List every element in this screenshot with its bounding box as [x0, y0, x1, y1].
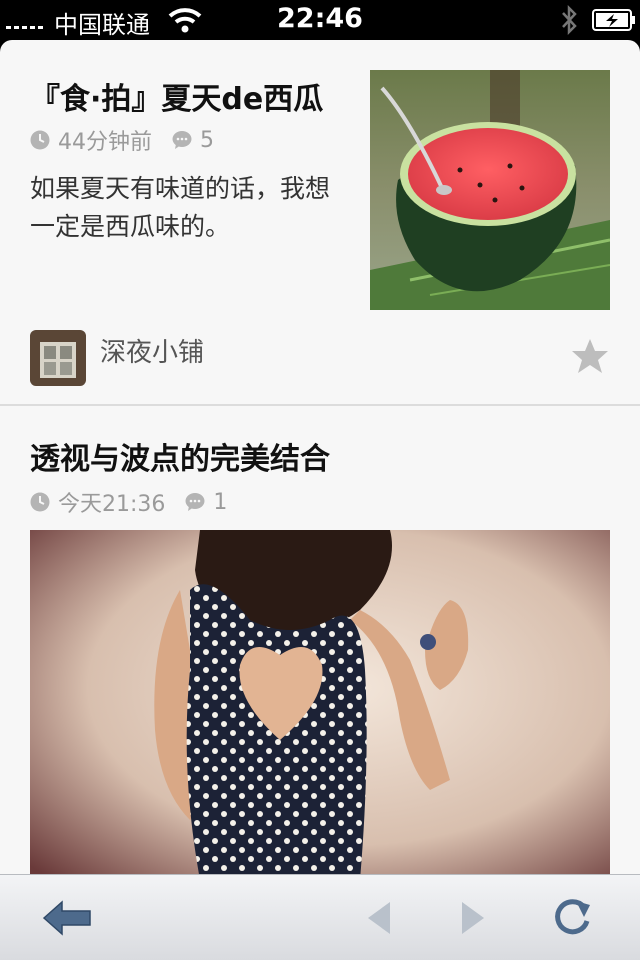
bluetooth-icon — [562, 5, 577, 35]
feed[interactable]: 『食·拍』夏天de西瓜 44分钟前 5 如果夏天有味道的话，我想一定是西瓜味的。 — [0, 40, 640, 874]
comment-bubble-icon — [185, 493, 205, 511]
article-time: 44分钟前 — [58, 130, 152, 155]
author-avatar[interactable] — [30, 330, 86, 386]
comment-count: 1 — [213, 489, 228, 515]
triangle-left-icon[interactable] — [364, 897, 394, 939]
article-card[interactable]: 透视与波点的完美结合 今天21:36 1 — [0, 408, 640, 874]
bottom-toolbar — [0, 874, 640, 960]
article-time: 今天21:36 — [58, 492, 166, 517]
triangle-right-icon[interactable] — [458, 897, 488, 939]
comment-bubble-icon — [172, 131, 192, 149]
article-meta: 今天21:36 1 — [30, 486, 227, 518]
article-card[interactable]: 『食·拍』夏天de西瓜 44分钟前 5 如果夏天有味道的话，我想一定是西瓜味的。 — [0, 40, 640, 406]
watermelon-photo[interactable] — [370, 70, 610, 310]
status-time: 22:46 — [277, 3, 363, 34]
comment-count: 5 — [200, 127, 214, 153]
refresh-icon[interactable] — [550, 897, 594, 939]
polka-dot-dress-photo[interactable] — [30, 530, 610, 874]
article-meta: 44分钟前 5 — [30, 124, 214, 156]
battery-icon — [592, 9, 635, 31]
clock-icon — [30, 130, 50, 150]
back-arrow-icon[interactable] — [42, 897, 94, 939]
status-bar: 中国联通 22:46 — [0, 0, 640, 40]
article-title[interactable]: 透视与波点的完美结合 — [30, 434, 330, 478]
article-title[interactable]: 『食·拍』夏天de西瓜 — [30, 74, 350, 118]
article-summary: 如果夏天有味道的话，我想一定是西瓜味的。 — [30, 174, 331, 241]
clock-icon — [30, 492, 50, 512]
author-name[interactable]: 深夜小铺 — [100, 332, 204, 369]
star-icon[interactable] — [570, 336, 610, 376]
